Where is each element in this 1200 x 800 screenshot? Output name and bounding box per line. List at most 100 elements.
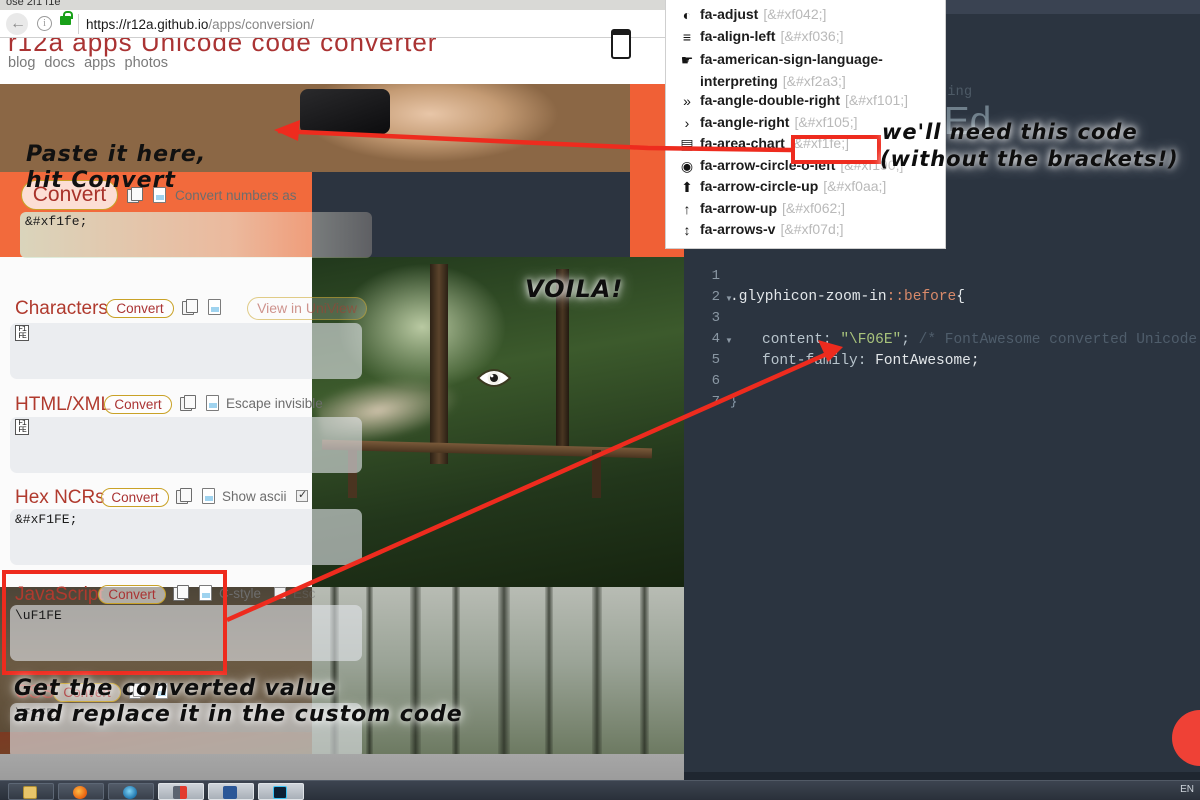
code-line-selector: .glyphicon-zoom-in::before{ [730, 289, 965, 305]
url-divider [78, 14, 79, 34]
taskbar-button-firefox[interactable] [58, 783, 104, 800]
annotation-need-code-line2: (without the brackets!) [880, 147, 1179, 171]
firefox-icon [73, 786, 87, 799]
annotation-paste-here: Paste it here, hit Convert [26, 142, 207, 193]
output-textarea-html-xml[interactable] [10, 417, 362, 473]
info-circle-icon[interactable]: i [37, 16, 52, 31]
fa-list-item[interactable]: ↑ fa-arrow-up [&#xf062;] [666, 200, 945, 222]
nav-item-photos[interactable]: photos [125, 55, 169, 71]
line-number: 2 [711, 289, 720, 305]
word-icon [223, 786, 237, 799]
back-arrow-icon[interactable]: ← [10, 16, 26, 32]
fa-list-item[interactable]: ⬆ fa-arrow-circle-up [&#xf0aa;] [666, 178, 945, 200]
page-icon[interactable] [202, 488, 215, 504]
fa-list-item[interactable]: ≡ fa-align-left [&#xf036;] [666, 28, 945, 50]
taskbar-button-edge[interactable] [108, 783, 154, 800]
main-input-value: &#xf1fe; [25, 214, 88, 229]
hint-html-xml: Escape invisible [226, 396, 323, 411]
line-number: 1 [711, 268, 720, 284]
fa-item-code: [&#xf042;] [763, 6, 827, 22]
fa-list-item[interactable]: ☛ fa-american-sign-language-interpreting[… [666, 49, 945, 92]
convert-button-html-xml[interactable]: Convert [104, 395, 172, 414]
fa-list-item[interactable]: » fa-angle-double-right [&#xf101;] [666, 92, 945, 114]
output-textarea-characters[interactable] [10, 323, 362, 379]
window-titlebar: ose 2f1 f1e [0, 0, 684, 10]
fa-item-code: [&#xf2a3;] [782, 72, 846, 89]
css-property-font-family: font-family [762, 353, 858, 369]
show-ascii-checkbox[interactable] [296, 488, 308, 502]
screen-root: br-section mbr-section--no-padding ML Ed… [0, 0, 1200, 800]
line-number: 5 [711, 352, 720, 368]
taskbar-button-mobirise[interactable] [158, 783, 204, 800]
unsupported-glyph-box: F1 FE [15, 419, 29, 435]
taskbar-button-photoshop[interactable] [258, 783, 304, 800]
fa-item-code: [&#xf062;] [782, 199, 846, 216]
desktop-strip [0, 754, 684, 780]
fa-item-name: fa-arrow-up [700, 199, 777, 216]
url-path: /apps/conversion/ [208, 17, 315, 32]
browser-url-bar[interactable]: ← i https://r12a.github.io/apps/conversi… [0, 10, 672, 38]
highlight-box-css-section [2, 570, 227, 675]
fa-area-chart-icon: ▤ [680, 136, 694, 152]
css-property-content: content [762, 332, 823, 348]
page-icon[interactable] [206, 395, 219, 411]
taskbar-tray-language[interactable]: EN [1180, 784, 1194, 795]
copy-icon[interactable] [182, 299, 198, 315]
css-comment: /* FontAwesome converted Unicode [918, 332, 1198, 348]
section-label-characters: Characters [15, 298, 108, 319]
window-title-fragment: ose 2f1 f1e [6, 0, 61, 8]
fa-list-item[interactable]: ◐ fa-adjust [&#xf042;] [666, 6, 945, 28]
fa-item-code: [&#xf07d;] [780, 221, 844, 237]
copy-icon[interactable] [180, 395, 196, 411]
fa-item-name: fa-align-left [700, 27, 776, 44]
fa-angle-right-icon: › [684, 114, 690, 131]
section-label-hex-ncrs: Hex NCRs [15, 487, 105, 508]
fa-item-name: fa-angle-right [700, 113, 790, 130]
site-nav[interactable]: blog docs apps photos [8, 55, 177, 71]
fa-item-code: [&#xf0aa;] [823, 178, 887, 194]
taskbar-button-word[interactable] [208, 783, 254, 800]
fa-list-item[interactable]: ↕ fa-arrows-v [&#xf07d;] [666, 221, 945, 243]
line-number: 4 [711, 331, 720, 347]
fa-arrow-circle-o-left-icon: ◉ [680, 157, 694, 174]
view-in-uniview-button[interactable]: View in UniView [247, 297, 367, 320]
hint-javascript-esc: Esc [293, 586, 316, 601]
fold-arrow-icon[interactable]: ▼ [725, 336, 733, 345]
site-header: r12a apps Unicode code converter blog doc… [0, 38, 684, 84]
css-pseudo-element: ::before [886, 289, 957, 305]
convert-button-characters[interactable]: Convert [106, 299, 174, 318]
fa-item-name: fa-area-chart [700, 135, 785, 151]
hint-hex-ncrs: Show ascii [222, 489, 287, 504]
folder-icon [23, 786, 37, 799]
nav-item-docs[interactable]: docs [44, 55, 75, 71]
fa-item-code: [&#xf036;] [780, 27, 844, 44]
annotation-need-code-line1: we'll need this code [882, 120, 1138, 144]
line-number: 6 [711, 373, 720, 389]
fa-arrow-up-icon: ↑ [683, 200, 691, 217]
line-number: 7 [711, 394, 720, 410]
css-open-brace: { [956, 289, 965, 305]
fa-item-code: [&#xf105;] [794, 113, 858, 130]
convert-button-hex-ncrs[interactable]: Convert [101, 488, 169, 507]
nav-item-blog[interactable]: blog [8, 55, 35, 71]
annotation-get-value: Get the converted value and replace it i… [14, 676, 463, 727]
mobirise-icon [173, 786, 187, 799]
fa-adjust-icon: ◐ [682, 7, 692, 23]
c-style-checkbox[interactable] [274, 587, 286, 599]
page-icon[interactable] [208, 299, 221, 315]
code-line-close-brace: } [730, 395, 738, 409]
taskbar-button-explorer[interactable] [8, 783, 54, 800]
annotation-voila: VOILA! [525, 275, 624, 303]
fa-item-name: fa-angle-double-right [700, 92, 840, 108]
mobile-phone-icon[interactable] [611, 29, 631, 59]
copy-icon[interactable] [176, 488, 192, 504]
ide-bottom-bar [684, 772, 1200, 780]
output-value-hex-ncrs: &#xF1FE; [15, 512, 78, 527]
code-line-content: content: "\F06E"; /* FontAwesome convert… [762, 332, 1198, 348]
fa-item-name: fa-arrow-circle-up [700, 178, 819, 194]
taskbar[interactable]: EN [0, 780, 1200, 800]
fa-arrow-circle-up-icon: ⬆ [681, 179, 693, 195]
url-text[interactable]: https://r12a.github.io/apps/conversion/ [86, 17, 314, 32]
nav-item-apps[interactable]: apps [84, 55, 115, 71]
css-font-family-value: FontAwesome; [875, 353, 980, 369]
